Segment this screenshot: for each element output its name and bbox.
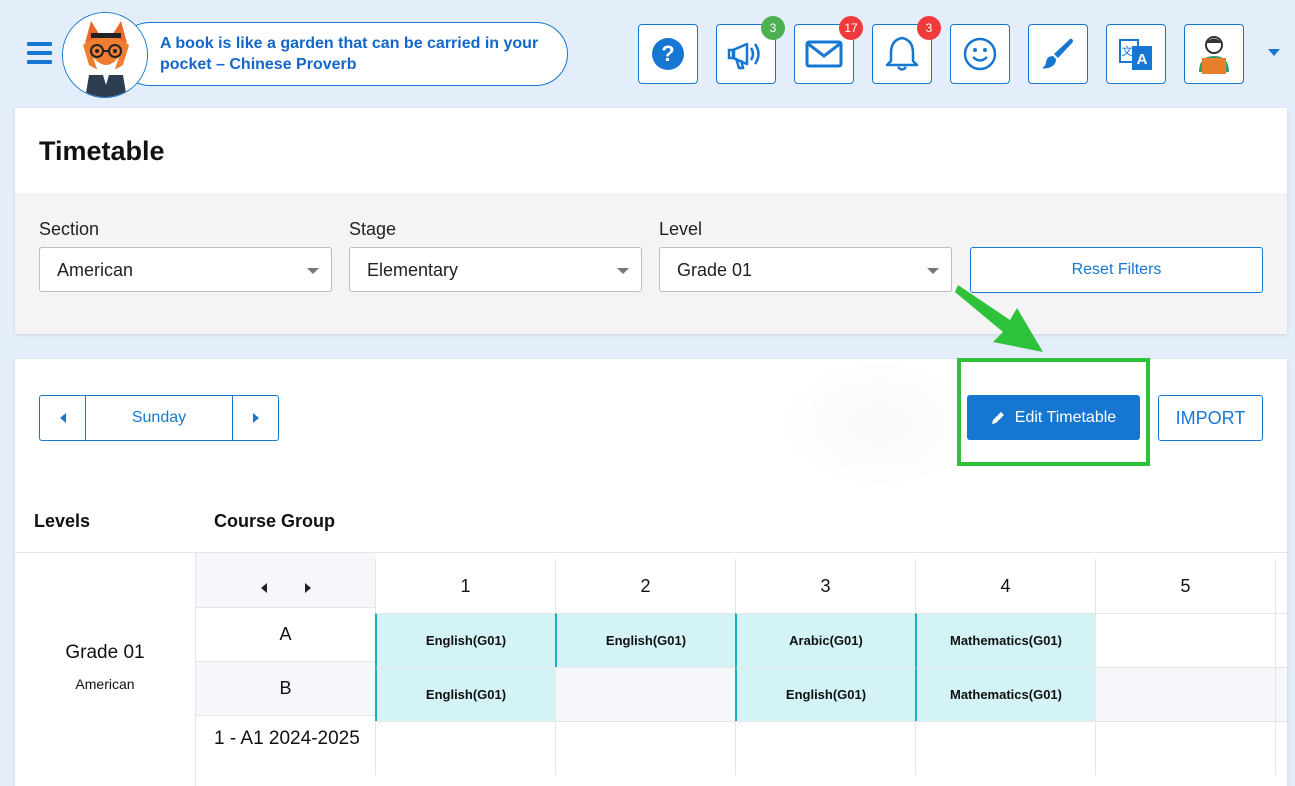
stage-label: Stage xyxy=(349,219,397,239)
slot-header: 2 xyxy=(555,559,735,613)
bell-icon xyxy=(885,36,919,71)
timetable-cell-overflow xyxy=(1275,721,1287,775)
timetable-cell[interactable] xyxy=(1095,721,1275,775)
slot-header-overflow xyxy=(1275,559,1287,613)
theme-button[interactable] xyxy=(1028,24,1088,84)
mail-icon xyxy=(805,40,843,68)
levels-header: Levels xyxy=(34,511,91,531)
course-group-a: A xyxy=(196,607,375,661)
course-group-b: B xyxy=(196,661,375,715)
timetable-cell[interactable] xyxy=(915,721,1095,775)
profile-dropdown-icon[interactable] xyxy=(1268,49,1280,56)
course-group-c: 1 - A1 2024-2025 xyxy=(196,715,375,785)
svg-text:?: ? xyxy=(661,41,674,66)
quote-banner: A book is like a garden that can be carr… xyxy=(118,22,568,86)
section-value: American xyxy=(57,260,134,280)
timetable-cell[interactable]: Mathematics(G01) xyxy=(915,667,1095,721)
timetable-cell[interactable]: Arabic(G01) xyxy=(735,613,915,667)
menu-icon[interactable] xyxy=(27,42,52,64)
smiley-icon xyxy=(963,37,997,71)
level-section: American xyxy=(75,676,135,692)
chevron-down-icon xyxy=(617,268,629,274)
stage-select[interactable]: Elementary xyxy=(349,247,642,292)
slot-header: 5 xyxy=(1095,559,1275,613)
timetable-cell[interactable] xyxy=(735,721,915,775)
timetable-cell[interactable]: English(G01) xyxy=(735,667,915,721)
notifications-badge: 3 xyxy=(917,16,941,40)
timetable-cell-overflow xyxy=(1275,667,1287,721)
timetable-cell[interactable] xyxy=(1095,667,1275,721)
level-value: Grade 01 xyxy=(677,260,753,280)
slot-header: 4 xyxy=(915,559,1095,613)
user-avatar-icon xyxy=(1199,36,1229,74)
timetable-cell[interactable]: English(G01) xyxy=(375,613,555,667)
timetable-cell[interactable]: English(G01) xyxy=(375,667,555,721)
annotation-arrow-icon xyxy=(955,285,1043,352)
megaphone-icon xyxy=(727,42,760,70)
quote-text: A book is like a garden that can be carr… xyxy=(160,35,539,73)
day-navigator: Sunday xyxy=(39,395,279,441)
messages-button[interactable]: 17 xyxy=(794,16,863,84)
background-glow xyxy=(780,359,980,489)
translate-icon: A 文 xyxy=(1119,39,1152,70)
timetable-cell[interactable] xyxy=(1095,613,1275,667)
current-day[interactable]: Sunday xyxy=(86,396,232,440)
timetable-card: Sunday Edit Timetable IMPORT Levels Cour… xyxy=(15,358,1287,786)
import-button[interactable]: IMPORT xyxy=(1158,395,1263,441)
level-label: Level xyxy=(659,219,703,239)
level-select[interactable]: Grade 01 xyxy=(659,247,952,292)
profile-button[interactable] xyxy=(1184,24,1244,84)
edit-timetable-label: Edit Timetable xyxy=(1014,408,1117,426)
chevron-down-icon xyxy=(307,268,319,274)
paintbrush-icon xyxy=(1042,38,1073,69)
next-day-button[interactable] xyxy=(232,396,278,440)
timetable-cell[interactable]: English(G01) xyxy=(555,613,735,667)
slot-header: 1 xyxy=(375,559,555,613)
notifications-button[interactable]: 3 xyxy=(872,16,941,84)
previous-day-button[interactable] xyxy=(40,396,86,440)
announcements-button[interactable]: 3 xyxy=(716,16,785,84)
section-select[interactable]: American xyxy=(39,247,332,292)
timetable-cell[interactable] xyxy=(555,667,735,721)
caret-left-icon xyxy=(59,413,66,423)
caret-left-icon[interactable] xyxy=(260,583,267,593)
timetable-cell-overflow xyxy=(1275,613,1287,667)
svg-text:A: A xyxy=(1137,51,1148,68)
slot-header: 3 xyxy=(735,559,915,613)
caret-right-icon xyxy=(252,413,259,423)
section-label: Section xyxy=(39,219,100,239)
course-group-header: Course Group xyxy=(214,511,336,531)
slot-pager xyxy=(196,553,375,607)
timetable-cell[interactable] xyxy=(555,721,735,775)
svg-text:文: 文 xyxy=(1122,44,1133,58)
caret-right-icon[interactable] xyxy=(304,583,311,593)
stage-value: Elementary xyxy=(367,260,459,280)
announcements-badge: 3 xyxy=(761,16,785,40)
page-title: Timetable xyxy=(39,136,165,166)
help-icon: ? xyxy=(652,38,684,70)
level-name: Grade 01 xyxy=(65,642,145,663)
filter-bar: Section American Stage Elementary Level … xyxy=(15,193,1287,334)
help-button[interactable]: ? xyxy=(638,24,698,84)
filter-card: Timetable Section American Stage Element… xyxy=(15,108,1287,334)
chevron-down-icon xyxy=(927,268,939,274)
timetable-cell[interactable] xyxy=(375,721,555,775)
messages-badge: 17 xyxy=(839,16,863,40)
edit-timetable-button[interactable]: Edit Timetable xyxy=(967,395,1140,440)
language-button[interactable]: A 文 xyxy=(1106,24,1166,84)
course-group-column: A B 1 - A1 2024-2025 xyxy=(195,553,375,786)
timetable-cell[interactable]: Mathematics(G01) xyxy=(915,613,1095,667)
feedback-button[interactable] xyxy=(950,24,1010,84)
fox-mascot-avatar xyxy=(62,12,148,98)
pencil-icon xyxy=(991,411,1004,424)
